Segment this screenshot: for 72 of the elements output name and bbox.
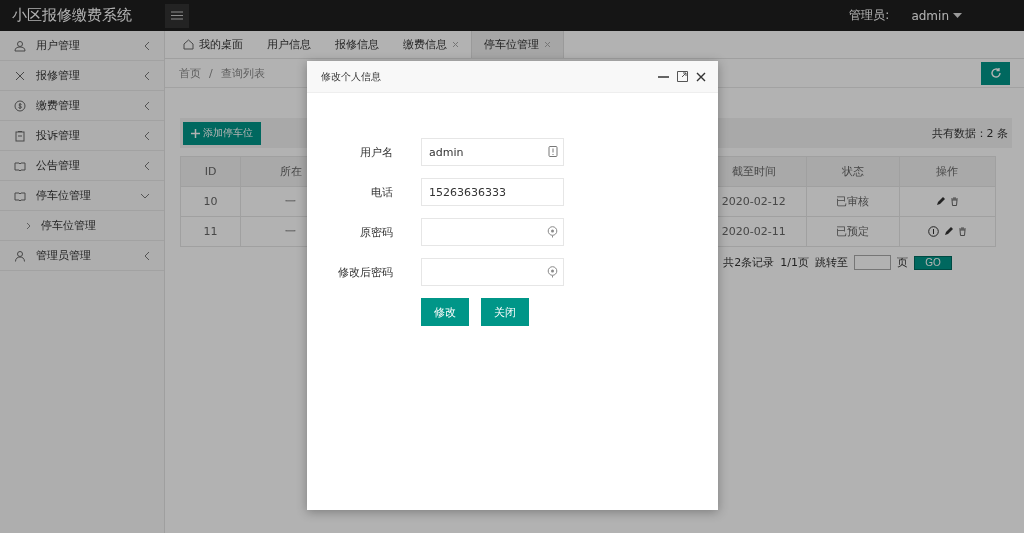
maximize-button[interactable]	[677, 71, 688, 82]
trash-icon[interactable]	[949, 197, 959, 206]
refresh-icon	[989, 67, 1002, 79]
sidebar-item[interactable]: 缴费管理	[0, 91, 164, 121]
chevron-left-icon	[144, 70, 150, 81]
page-count: 1/1页	[780, 255, 809, 270]
breadcrumb-current: 查询列表	[220, 65, 265, 81]
home-icon	[183, 39, 194, 50]
location-pin-icon	[547, 226, 558, 238]
user-card-icon	[14, 39, 26, 52]
jump-label: 跳转至	[815, 255, 848, 270]
record-count: 共2条记录	[723, 255, 775, 270]
submit-button[interactable]: 修改	[421, 298, 469, 326]
total-count: 共有数据：2 条	[931, 125, 1008, 141]
sidebar-subitem[interactable]: 停车位管理	[0, 211, 164, 241]
clipboard-icon	[14, 129, 26, 142]
chevron-left-icon	[144, 250, 150, 261]
field-label: 原密码	[359, 224, 393, 240]
chevron-left-icon	[144, 130, 150, 141]
field-label: 修改后密码	[337, 264, 393, 280]
table-cell: 已预定	[806, 216, 900, 247]
sidebar-item[interactable]: 管理员管理	[0, 241, 164, 271]
user-role-label: 管理员:	[849, 7, 890, 24]
app-title: 小区报修缴费系统	[12, 6, 133, 25]
person-icon	[14, 249, 26, 262]
pencil-icon[interactable]	[935, 197, 945, 206]
table-cell: 10	[180, 186, 241, 217]
input-field[interactable]: 15263636333	[421, 178, 564, 206]
trash-icon[interactable]	[957, 227, 967, 236]
maximize-icon	[677, 71, 688, 82]
sidebar-item[interactable]: 投诉管理	[0, 121, 164, 151]
sidebar-item[interactable]: 报修管理	[0, 61, 164, 91]
dialog-title: 修改个人信息	[321, 69, 382, 84]
sidebar-item[interactable]: 公告管理	[0, 151, 164, 181]
close-dialog-button[interactable]: 关闭	[481, 298, 529, 326]
chevron-left-icon	[144, 40, 150, 51]
book-icon	[14, 159, 26, 172]
input-field[interactable]: admin	[421, 138, 564, 166]
menu-button[interactable]	[165, 3, 189, 28]
user-menu[interactable]: admin	[911, 8, 962, 23]
input-field[interactable]	[421, 258, 564, 286]
chevron-right-icon	[26, 221, 31, 230]
close-button[interactable]	[696, 71, 706, 82]
tools-icon	[14, 69, 26, 82]
sidebar-item[interactable]: 用户管理	[0, 31, 164, 61]
field-label: 电话	[370, 184, 393, 200]
page-input[interactable]	[854, 255, 891, 270]
pencil-icon[interactable]	[943, 227, 953, 236]
chevron-left-icon	[144, 100, 150, 111]
column-header: ID	[180, 156, 241, 187]
chevron-down-icon	[140, 192, 150, 199]
tab[interactable]: 停车位管理	[471, 31, 564, 58]
column-header: 操作	[899, 156, 996, 187]
book-icon	[14, 189, 26, 202]
menu-icon	[171, 11, 183, 20]
breadcrumb-separator: /	[209, 66, 213, 80]
input-field[interactable]	[421, 218, 564, 246]
info-icon	[548, 146, 558, 157]
dollar-circle-icon	[14, 99, 26, 112]
field-label: 用户名	[359, 144, 393, 160]
caret-icon	[953, 13, 962, 18]
page-unit: 页	[897, 255, 908, 270]
location-pin-icon	[547, 266, 558, 278]
sidebar-item[interactable]: 停车位管理	[0, 181, 164, 211]
table-cell: 11	[180, 216, 241, 247]
table-cell: 已审核	[806, 186, 900, 217]
chevron-left-icon	[144, 160, 150, 171]
refresh-button[interactable]	[981, 61, 1010, 85]
column-header: 状态	[806, 156, 900, 187]
info-circle-icon[interactable]	[927, 226, 939, 237]
close-icon	[696, 71, 706, 82]
plus-icon	[191, 128, 200, 138]
